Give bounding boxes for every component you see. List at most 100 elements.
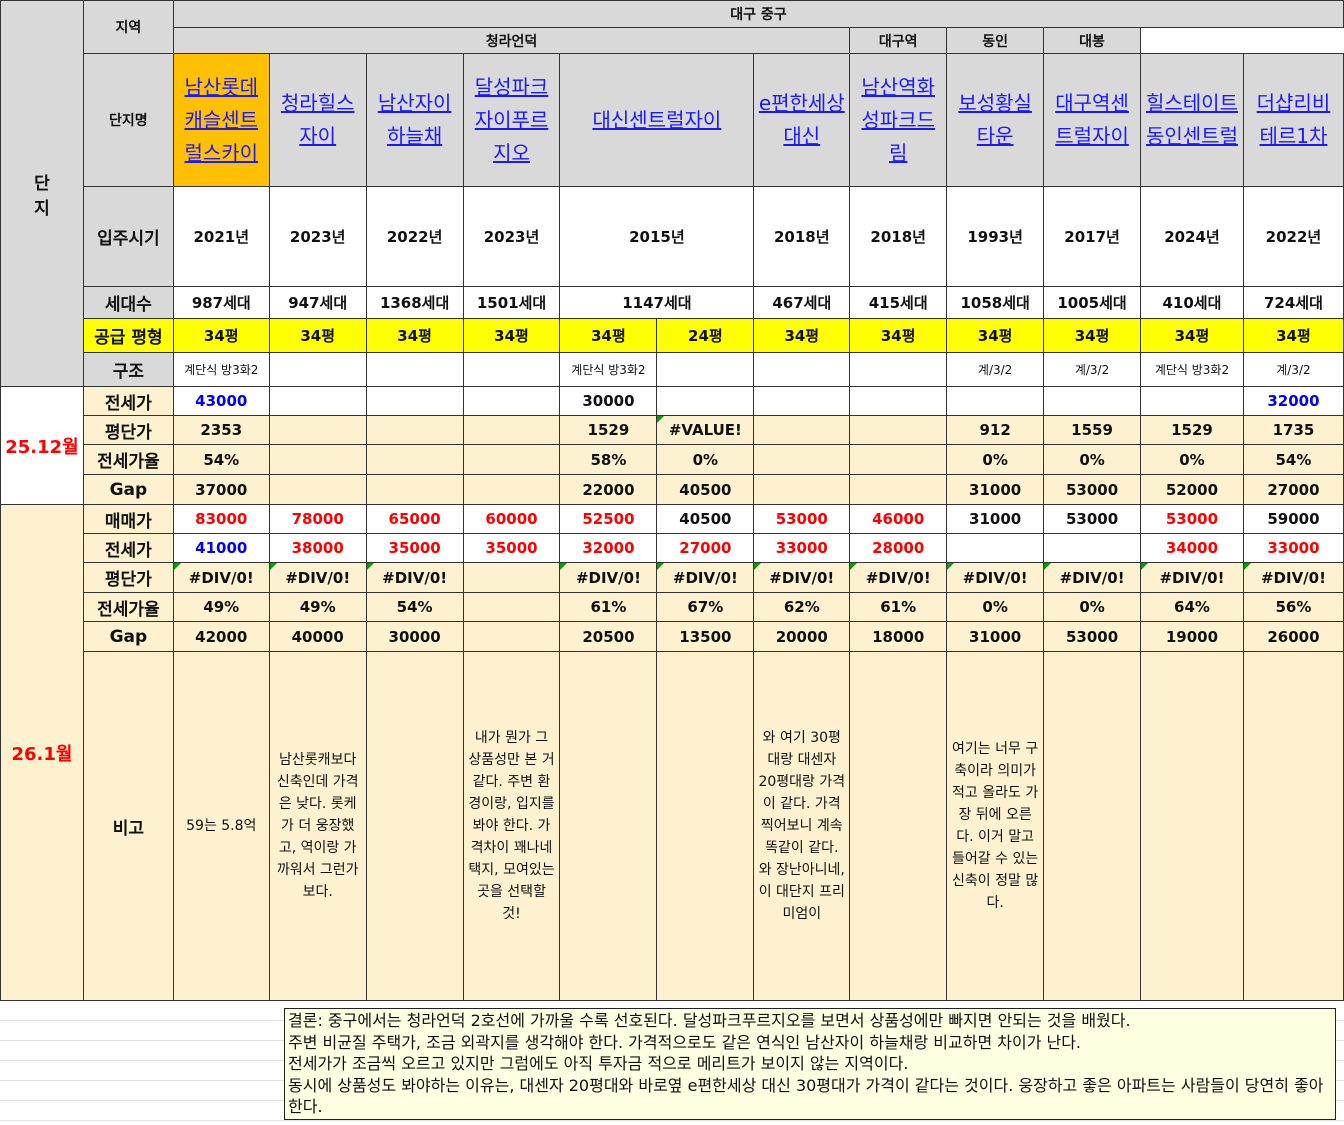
jeonse-cell: [656, 386, 755, 416]
jeonse-label: 전세가: [82, 533, 174, 563]
subregion-daegu-station: 대구역: [849, 27, 948, 54]
year-cell: 2023년: [462, 186, 561, 287]
sale-cell: 46000: [849, 504, 948, 534]
complex-name-cell: 달성파크자이푸르지오: [462, 53, 561, 187]
remark-cell: [849, 651, 948, 1001]
jeonse-cell: 35000: [462, 533, 561, 563]
jeonse-cell: 32000: [559, 533, 658, 563]
ratio-cell: 0%: [1043, 444, 1142, 475]
complex-link[interactable]: 남산역화성파크드림: [851, 71, 946, 170]
period-label: 26.1월: [0, 504, 84, 1001]
remark-cell: 내가 뭔가 그 상품성만 본 거 같다. 주변 환경이랑, 입지를 봐야 한다.…: [462, 651, 561, 1001]
sale-cell: 40500: [656, 504, 755, 534]
households-cell: 467세대: [753, 286, 851, 319]
gap-cell: 53000: [1043, 474, 1142, 505]
complex-section-label: 단 지: [0, 0, 84, 387]
sale-cell: 53000: [1043, 504, 1142, 534]
complex-link[interactable]: 대신센트럴자이: [561, 104, 753, 137]
year-cell: 2015년: [559, 186, 755, 287]
ratio-cell: 64%: [1140, 592, 1244, 622]
households-cell: 724세대: [1242, 286, 1344, 319]
households-cell: 1058세대: [946, 286, 1045, 319]
size-cell: 34평: [268, 318, 367, 353]
households-cell: 1501세대: [462, 286, 561, 319]
complex-link[interactable]: 더샵리비테르1차: [1244, 87, 1342, 153]
complex-link[interactable]: 대구역센트럴자이: [1045, 87, 1140, 153]
structure-cell: [753, 352, 851, 387]
complex-link[interactable]: 달성파크자이푸르지오: [464, 71, 559, 170]
households-cell: 947세대: [268, 286, 367, 319]
ratio-cell: 54%: [172, 444, 270, 475]
jeonse-cell: [268, 386, 367, 416]
complex-name-cell: 청라힐스자이: [268, 53, 367, 187]
conclusion-line: 전세가가 조금씩 오르고 있지만 그럼에도 아직 투자금 적으로 메리트가 보이…: [288, 1054, 909, 1073]
jeonse-cell: [753, 386, 851, 416]
per_pyeong-cell: #DIV/0!: [946, 562, 1045, 593]
subregion-cheongra: 청라언덕: [172, 27, 851, 54]
size-cell: 34평: [559, 318, 658, 353]
gap-cell: 52000: [1140, 474, 1244, 505]
size-cell: 34평: [849, 318, 948, 353]
complex-link[interactable]: 힐스테이트동인센트럴: [1142, 87, 1243, 153]
jeonse-cell: 33000: [753, 533, 851, 563]
sale-label: 매매가: [82, 504, 174, 534]
ratio-cell: 61%: [849, 592, 948, 622]
ratio-cell: 56%: [1242, 592, 1344, 622]
complex-link[interactable]: 남산롯데캐슬센트럴스카이: [174, 71, 268, 170]
comparison-table: 단 지 지역 대구 중구 청라언덕 대구역 동인 대봉 단지명 남산롯데캐슬센트럴스카이 청라힐스…: [0, 0, 1344, 1001]
ratio-cell: 61%: [559, 592, 658, 622]
size-cell: 24평: [656, 318, 755, 353]
size-cell: 34평: [753, 318, 851, 353]
name-label: 단지명: [82, 53, 174, 187]
conclusion-line: 결론: 중구에서는 청라언덕 2호선에 가까울 수록 선호된다. 달성파크푸르지…: [288, 1011, 1131, 1030]
complex-link[interactable]: 청라힐스자이: [270, 87, 365, 153]
conclusion-note: 결론: 중구에서는 청라언덕 2호선에 가까울 수록 선호된다. 달성파크푸르지…: [284, 1008, 1336, 1120]
per_pyeong-cell: 912: [946, 415, 1045, 445]
structure-cell: [462, 352, 561, 387]
gap-cell: 53000: [1043, 621, 1142, 652]
structure-cell: [849, 352, 948, 387]
table-row: 비고 59는 5.8억 남산롯캐보다 신축인데 가격은 낮다. 롯케가 더 웅장했고…: [1, 651, 1344, 1001]
gap-cell: 20000: [753, 621, 851, 652]
remarks-label: 비고: [82, 651, 174, 1001]
per_pyeong-cell: #DIV/0!: [849, 562, 948, 593]
sale-cell: 83000: [172, 504, 270, 534]
households-cell: 415세대: [849, 286, 948, 319]
structure-cell: 계/3/2: [946, 352, 1045, 387]
per_pyeong-cell: [365, 415, 464, 445]
complex-link[interactable]: e편한세상대신: [755, 87, 849, 153]
gap-label: Gap: [82, 474, 174, 505]
size-cell: 34평: [172, 318, 270, 353]
ratio-cell: 49%: [268, 592, 367, 622]
ratio-cell: 54%: [365, 592, 464, 622]
gap-cell: [462, 621, 561, 652]
ratio-label: 전세가율: [82, 444, 174, 475]
ratio-cell: 62%: [753, 592, 851, 622]
structure-cell: 계단식 방3화2: [559, 352, 658, 387]
per_pyeong-cell: 2353: [172, 415, 270, 445]
per_pyeong-cell: #DIV/0!: [656, 562, 755, 593]
households-cell: 1368세대: [365, 286, 464, 319]
ratio-cell: 67%: [656, 592, 755, 622]
complex-name-cell: 남산롯데캐슬센트럴스카이: [172, 53, 270, 187]
complex-link[interactable]: 남산자이하늘채: [367, 87, 462, 153]
complex-link[interactable]: 보성황실타운: [948, 87, 1043, 153]
size-cell: 34평: [365, 318, 464, 353]
complex-name-cell: 보성황실타운: [946, 53, 1045, 187]
remark-cell: [1140, 651, 1244, 1001]
gap-cell: 27000: [1242, 474, 1344, 505]
sale-cell: 53000: [753, 504, 851, 534]
year-cell: 2022년: [365, 186, 464, 287]
ratio-cell: [849, 444, 948, 475]
jeonse-cell: [365, 386, 464, 416]
size-cell: 34평: [1242, 318, 1344, 353]
conclusion-line: 주변 비균질 주택가, 조금 외곽지를 생각해야 한다. 가격적으로도 같은 연…: [288, 1032, 1082, 1052]
table-row: 구조 계단식 방3화2 계단식 방3화2 계/3/2 계/3/2 계단식 방3화2 계/3/…: [1, 352, 1344, 387]
gap-cell: 40000: [268, 621, 367, 652]
jeonse-cell: [1043, 533, 1142, 563]
ratio-cell: 0%: [1140, 444, 1244, 475]
per_pyeong-cell: [462, 562, 561, 593]
per_pyeong-cell: #DIV/0!: [1140, 562, 1244, 593]
gap-cell: [849, 474, 948, 505]
sale-cell: 65000: [365, 504, 464, 534]
